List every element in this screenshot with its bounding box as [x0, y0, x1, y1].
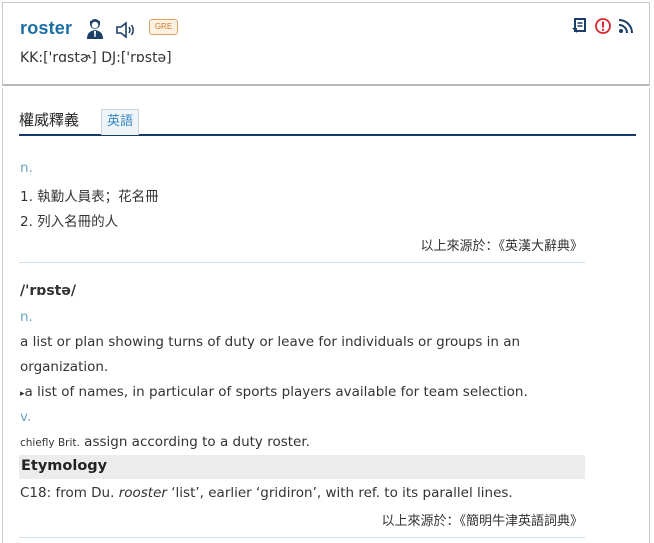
- sub-definition: ▸a list of names, in particular of sport…: [20, 384, 528, 400]
- phonetic-text: KK:['rɑstɚ] DJ:['rɒstə]: [20, 50, 172, 66]
- definition-panel: 權威釋義 英語 n. 1. 執勤人員表；花名冊 2. 列入名冊的人 以上來源於：…: [2, 88, 650, 543]
- pos-label: n.: [20, 309, 33, 325]
- report-icon[interactable]: [594, 17, 612, 35]
- pos-label: v.: [20, 409, 32, 425]
- definition-item: 1. 執勤人員表；花名冊: [20, 189, 159, 205]
- speaker-icon[interactable]: [115, 20, 137, 40]
- source-label: 以上來源於：《英漢大辭典》: [420, 239, 583, 254]
- headword: roster: [20, 18, 73, 38]
- verb-definition-text: assign according to a duty roster.: [79, 434, 310, 450]
- gre-badge: GRE: [149, 19, 178, 35]
- section-divider: [19, 537, 585, 538]
- person-icon[interactable]: [85, 18, 105, 40]
- toolbar: [571, 17, 635, 35]
- etymology-part: C18: from Du.: [20, 485, 119, 501]
- bookmark-icon[interactable]: [571, 17, 589, 35]
- definition-text: a list or plan showing turns of duty or …: [20, 334, 521, 350]
- definition-text: organization.: [20, 359, 109, 375]
- etymology-word: rooster: [118, 485, 167, 501]
- etymology-part: ‘list’, earlier ‘gridiron’, with ref. to…: [166, 485, 513, 501]
- tab-authoritative[interactable]: 權威釋義: [19, 109, 79, 130]
- verb-definition: chiefly Brit. assign according to a duty…: [20, 434, 310, 450]
- definition-item: 2. 列入名冊的人: [20, 214, 119, 230]
- sub-definition-text: a list of names, in particular of sports…: [24, 384, 528, 400]
- etymology-text: C18: from Du. rooster ‘list’, earlier ‘g…: [20, 485, 513, 501]
- section-divider: [19, 262, 585, 263]
- tab-english[interactable]: 英語: [101, 109, 140, 135]
- definition-tabs: 權威釋義 英語: [19, 106, 636, 136]
- rss-icon[interactable]: [617, 17, 635, 35]
- ipa-text: /'rɒstə/: [20, 283, 76, 299]
- etymology-header: Etymology: [19, 455, 585, 479]
- usage-label: chiefly Brit.: [20, 437, 80, 449]
- etymology-title: Etymology: [21, 458, 108, 474]
- source-label: 以上來源於：《簡明牛津英語詞典》: [381, 514, 583, 529]
- pos-label: n.: [20, 160, 33, 176]
- word-header: roster GRE KK:['rɑstɚ] DJ:['rɒstə]: [2, 2, 650, 86]
